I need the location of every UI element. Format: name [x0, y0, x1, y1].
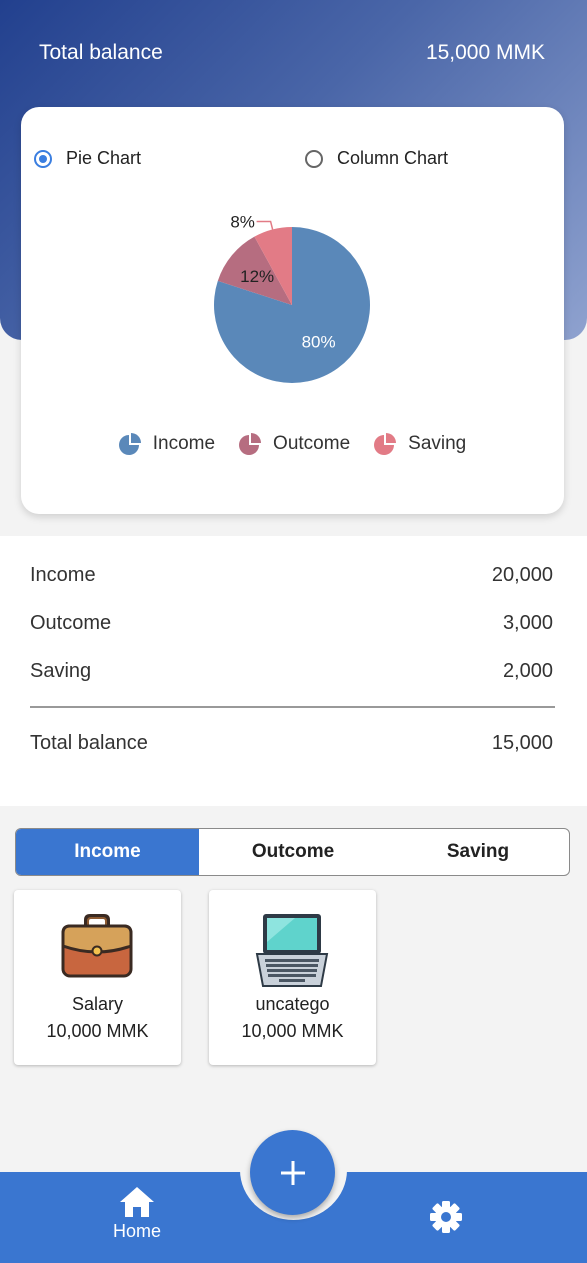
- pie-chart: 80% 12% 8%: [214, 212, 370, 384]
- type-tabs: Income Outcome Saving: [15, 828, 570, 876]
- category-tile-salary[interactable]: Salary 10,000 MMK: [14, 890, 181, 1065]
- home-icon: [120, 1187, 154, 1217]
- legend-income-pie-icon: [118, 433, 141, 455]
- legend-label-saving: Saving: [408, 433, 467, 454]
- summary-row-income: Income 20,000: [30, 564, 553, 587]
- legend-label-outcome: Outcome: [273, 433, 351, 454]
- summary-label: Outcome: [30, 612, 112, 634]
- legend-item-saving: Saving: [374, 433, 466, 455]
- legend-saving-pie-icon: [374, 433, 397, 455]
- category-amount: 10,000 MMK: [241, 1021, 344, 1041]
- tab-outcome[interactable]: Outcome: [199, 829, 387, 875]
- pie-label-saving: 8%: [230, 212, 255, 231]
- summary-divider: [30, 706, 555, 708]
- legend-label-income: Income: [152, 433, 216, 454]
- summary-value: 3,000: [502, 612, 553, 634]
- chart-legend: Income Outcome Saving: [21, 433, 564, 455]
- tab-income[interactable]: Income: [16, 829, 199, 875]
- summary-label: Income: [30, 564, 96, 586]
- category-amount: 10,000 MMK: [46, 1021, 149, 1041]
- laptop-icon: [255, 914, 329, 987]
- summary-label: Saving: [30, 660, 92, 682]
- category-name: Salary: [71, 994, 124, 1014]
- legend-outcome-pie-icon: [239, 433, 262, 455]
- pie-label-income: 80%: [302, 333, 336, 352]
- summary-total-value: 15,000: [491, 732, 553, 754]
- category-name: uncatego: [255, 994, 330, 1014]
- summary-value: 20,000: [491, 564, 553, 586]
- add-button[interactable]: [250, 1130, 335, 1215]
- summary-value: 2,000: [502, 660, 553, 682]
- total-balance-amount: 15,000 MMK: [425, 41, 545, 64]
- summary-total-label: Total balance: [30, 732, 148, 754]
- briefcase-icon: [61, 914, 133, 978]
- legend-item-income: Income: [118, 433, 216, 455]
- legend-item-outcome: Outcome: [239, 433, 350, 455]
- summary-row-outcome: Outcome 3,000: [30, 612, 553, 635]
- total-balance-title: Total balance: [39, 41, 163, 64]
- plus-icon: [280, 1160, 305, 1185]
- nav-home[interactable]: Home: [100, 1186, 174, 1242]
- pie-leader-line: [256, 220, 274, 230]
- gear-icon[interactable]: [429, 1200, 463, 1234]
- category-tile-uncatego[interactable]: uncatego 10,000 MMK: [209, 890, 376, 1065]
- summary-panel: Income 20,000 Outcome 3,000 Saving 2,000…: [0, 536, 587, 806]
- summary-row-saving: Saving 2,000: [30, 660, 553, 683]
- chart-card: Pie Chart Column Chart 80% 12% 8% Income O…: [21, 107, 564, 514]
- summary-row-total: Total balance 15,000: [30, 732, 553, 755]
- tab-saving[interactable]: Saving: [387, 829, 569, 875]
- nav-home-label: Home: [112, 1221, 161, 1241]
- pie-label-outcome: 12%: [240, 267, 274, 286]
